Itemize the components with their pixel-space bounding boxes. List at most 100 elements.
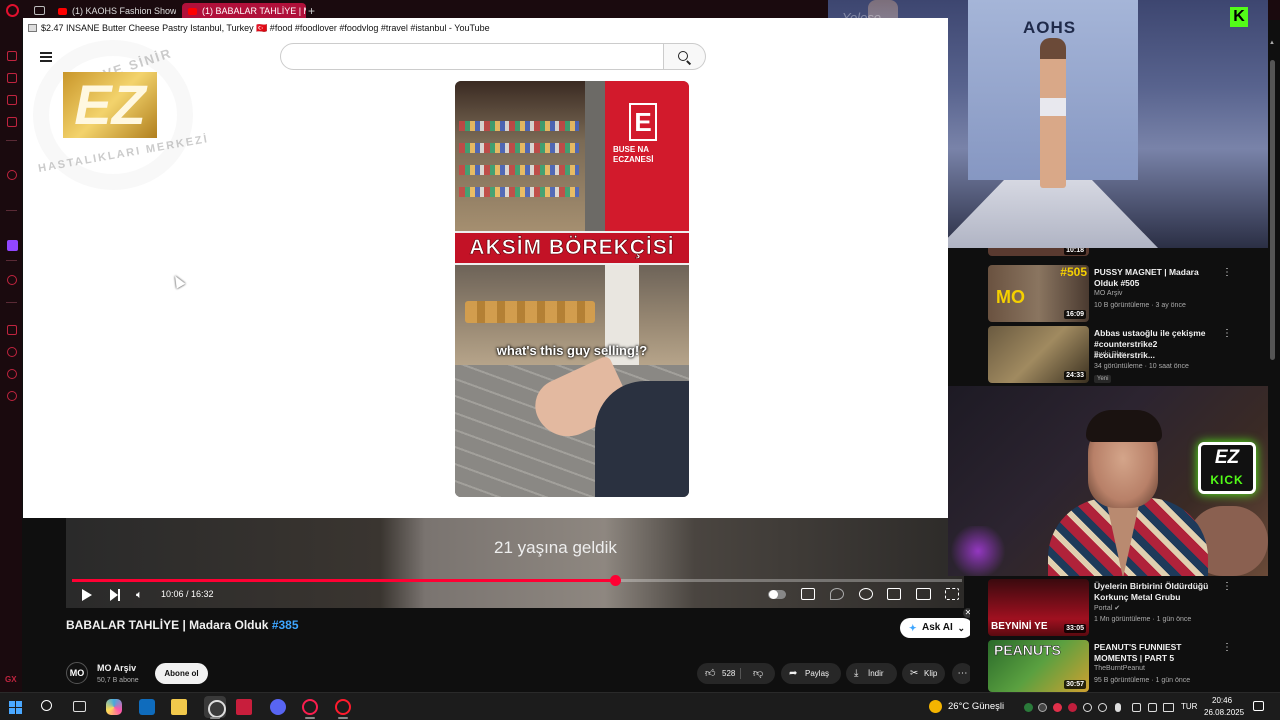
- shorts-video[interactable]: E BUSE NA ECZANESİ AKSİM BÖREKÇİSİ what'…: [455, 81, 689, 497]
- sidebar-aria-icon[interactable]: [7, 170, 17, 180]
- sidebar-twitch-icon[interactable]: [7, 240, 18, 251]
- shelf-row: [459, 165, 579, 175]
- chevron-down-icon: ⌄: [957, 623, 965, 633]
- input-language[interactable]: TUR: [1181, 702, 1197, 711]
- play-icon[interactable]: [82, 589, 92, 601]
- channel-avatar[interactable]: MO: [66, 662, 88, 684]
- search-input[interactable]: [280, 43, 664, 70]
- sidebar-mail-icon[interactable]: [7, 117, 17, 127]
- tray-app-icon[interactable]: [1068, 703, 1077, 712]
- sidebar-bag-icon[interactable]: [7, 73, 17, 83]
- autoplay-toggle[interactable]: [768, 590, 786, 599]
- video-title[interactable]: Üyelerin Birbirini Öldürdüğü Korkunç Met…: [1094, 581, 1220, 603]
- next-icon[interactable]: [110, 589, 122, 601]
- list-item[interactable]: MO #505 16:09 PUSSY MAGNET | Madara Oldu…: [988, 265, 1268, 323]
- fullscreen-icon[interactable]: [945, 588, 959, 600]
- voicemod-icon[interactable]: [236, 699, 252, 715]
- settings-gear-icon[interactable]: [859, 588, 873, 600]
- outlook-icon[interactable]: [139, 699, 155, 715]
- tray-nvidia-icon[interactable]: [1024, 703, 1033, 712]
- channel-name[interactable]: TheBurntPeanut: [1094, 665, 1145, 672]
- opera-logo-icon[interactable]: [6, 4, 19, 17]
- scrollbar[interactable]: ▲: [1269, 40, 1276, 690]
- taskbar-search-icon[interactable]: [41, 700, 52, 711]
- menu-icon[interactable]: [40, 52, 52, 62]
- discord-icon[interactable]: [270, 699, 286, 715]
- thumbs-up-icon[interactable]: 👍︎: [705, 663, 715, 684]
- tray-app-icon[interactable]: [1053, 703, 1062, 712]
- video-meta: 10 B görüntüleme · 3 ay önce: [1094, 302, 1186, 309]
- tray-app-icon[interactable]: [1098, 703, 1107, 712]
- notification-icon[interactable]: [1253, 701, 1264, 711]
- sidebar-gx-icon[interactable]: GX: [5, 675, 17, 684]
- sidebar-refresh-icon[interactable]: [7, 369, 17, 379]
- tray-app-icon[interactable]: [1083, 703, 1092, 712]
- sidebar-clock-icon[interactable]: [7, 347, 17, 357]
- sidebar-settings-icon[interactable]: [7, 391, 17, 401]
- share-button[interactable]: ➦ Paylaş: [781, 663, 841, 684]
- copilot-icon[interactable]: [106, 699, 122, 715]
- list-item[interactable]: PEANUTS 30:57 PEANUT'S FUNNIEST MOMENTS …: [988, 640, 1268, 692]
- tab-manager-icon[interactable]: [34, 6, 45, 15]
- ambient-mode-icon[interactable]: [830, 588, 844, 600]
- more-options-icon[interactable]: ⋮: [1222, 642, 1232, 653]
- clock-time[interactable]: 20:46: [1212, 696, 1232, 705]
- more-options-icon[interactable]: ⋮: [1222, 267, 1232, 278]
- video-hashtag[interactable]: #385: [272, 618, 299, 632]
- channel-name[interactable]: MO Arşiv: [1094, 290, 1122, 297]
- store-shelves: [455, 81, 585, 231]
- sidebar-divider: [6, 302, 17, 303]
- sidebar-player-icon[interactable]: [7, 95, 17, 105]
- task-view-icon[interactable]: [73, 701, 86, 712]
- opera-gx-icon[interactable]: [302, 699, 318, 715]
- video-title[interactable]: PEANUT'S FUNNIEST MOMENTS | PART 5: [1094, 642, 1220, 664]
- obs-studio-icon[interactable]: [204, 696, 226, 718]
- thumbs-down-icon[interactable]: 👎︎: [753, 663, 763, 684]
- sidebar-divider: [6, 140, 17, 141]
- weather-text[interactable]: 26°C Güneşli: [948, 701, 1004, 712]
- video-title[interactable]: PUSSY MAGNET | Madara Olduk #505: [1094, 267, 1220, 289]
- subscribe-button[interactable]: Abone ol: [155, 663, 208, 684]
- opera-icon[interactable]: [335, 699, 351, 715]
- duration-badge: 30:57: [1064, 680, 1086, 689]
- clock-date[interactable]: 26.08.2025: [1204, 708, 1244, 717]
- progress-bar[interactable]: [72, 575, 962, 586]
- video-thumbnail[interactable]: PEANUTS 30:57: [988, 640, 1089, 692]
- list-item[interactable]: BEYNİNİ YE 33:05 Üyelerin Birbirini Öldü…: [988, 579, 1268, 637]
- sidebar-speed-dial-icon[interactable]: [7, 51, 17, 61]
- more-options-icon[interactable]: ⋮: [1222, 328, 1232, 339]
- download-button[interactable]: ⤓ İndir: [846, 663, 897, 684]
- sidebar-history-icon[interactable]: [7, 275, 17, 285]
- list-item[interactable]: 24:33 Abbas ustaoğlu ile çekişme #counte…: [988, 326, 1268, 384]
- battery-icon[interactable]: [1163, 703, 1174, 712]
- tray-app-icon[interactable]: [1038, 703, 1047, 712]
- video-thumbnail[interactable]: BEYNİNİ YE 33:05: [988, 579, 1089, 636]
- sidebar-pin-icon[interactable]: [7, 325, 17, 335]
- new-tab-button[interactable]: +: [308, 3, 315, 19]
- like-count[interactable]: 528: [722, 663, 735, 684]
- scrollbar-thumb[interactable]: [1270, 60, 1275, 360]
- windows-start-icon[interactable]: [9, 701, 22, 714]
- file-explorer-icon[interactable]: [171, 699, 187, 715]
- video-thumbnail[interactable]: MO #505 16:09: [988, 265, 1089, 322]
- scroll-up-icon[interactable]: ▲: [1269, 40, 1275, 46]
- channel-name[interactable]: MO Arşiv: [97, 663, 136, 673]
- more-options-icon[interactable]: ⋮: [1222, 581, 1232, 592]
- volume-tray-icon[interactable]: [1148, 703, 1157, 712]
- search-button[interactable]: [664, 43, 706, 70]
- clip-button[interactable]: ✂ Klip: [902, 663, 945, 684]
- network-icon[interactable]: [1132, 703, 1141, 712]
- popup-window: $2.47 INSANE Butter Cheese Pastry Istanb…: [23, 18, 948, 518]
- microphone-icon[interactable]: [1115, 703, 1121, 712]
- shop-sign: AKSİM BÖREKÇİSİ: [455, 231, 689, 265]
- weather-sun-icon[interactable]: [929, 700, 942, 713]
- subtitles-icon[interactable]: [801, 588, 815, 600]
- miniplayer-icon[interactable]: [887, 588, 901, 600]
- volume-icon[interactable]: 🔈︎: [136, 589, 148, 601]
- progress-scrubber[interactable]: [609, 575, 621, 586]
- channel-name[interactable]: Burki Play: [1094, 351, 1126, 358]
- theater-mode-icon[interactable]: [916, 588, 931, 600]
- channel-name[interactable]: Portal ✔: [1094, 604, 1120, 612]
- video-thumbnail[interactable]: 24:33: [988, 326, 1089, 383]
- ask-ai-button[interactable]: ✦ Ask AI ⌄: [900, 618, 973, 638]
